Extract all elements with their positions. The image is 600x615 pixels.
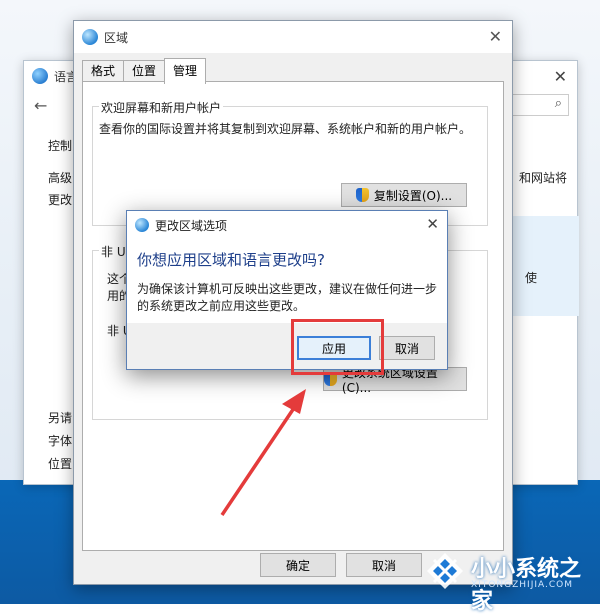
tab-administrative[interactable]: 管理 (164, 58, 207, 84)
welcome-group: 欢迎屏幕和新用户帐户 查看你的国际设置并将其复制到欢迎屏幕、系统帐户和新的用户帐… (92, 99, 488, 226)
tab-location[interactable]: 位置 (123, 60, 166, 82)
modal-cancel-button[interactable]: 取消 (379, 336, 435, 360)
partial-text: 使 (524, 271, 537, 285)
modal-heading: 你想应用区域和语言更改吗? (137, 251, 325, 269)
close-icon[interactable]: ✕ (489, 27, 502, 46)
sidebar-item: 另请 (48, 411, 73, 425)
watermark-logo-icon (427, 553, 463, 589)
globe-icon (82, 29, 98, 45)
back-arrow-icon[interactable]: ← (34, 96, 47, 115)
change-region-options-dialog: 更改区域选项 ✕ 你想应用区域和语言更改吗? 为确保该计算机可反映出这些更改，建… (126, 210, 448, 370)
region-title: 区域 (104, 30, 129, 45)
copy-settings-label: 复制设置(O)... (373, 188, 453, 203)
ok-button[interactable]: 确定 (260, 553, 336, 577)
close-icon[interactable]: ✕ (426, 215, 439, 233)
sidebar-item[interactable]: 控制 (48, 137, 72, 154)
selected-row-highlight (506, 216, 579, 316)
close-icon[interactable]: ✕ (554, 67, 567, 86)
tab-format[interactable]: 格式 (82, 60, 125, 82)
region-titlebar: 区域 (74, 21, 512, 53)
globe-icon (135, 218, 149, 232)
sidebar-item[interactable]: 更改 (48, 191, 72, 208)
sidebar-item[interactable]: 高级 (48, 169, 72, 186)
modal-titlebar: 更改区域选项 (127, 211, 447, 239)
globe-icon (32, 68, 48, 84)
watermark: 小小系统之家 XITONGZHIJIA.COM (425, 547, 595, 614)
modal-title: 更改区域选项 (155, 218, 228, 233)
annotation-highlight-box (291, 319, 384, 375)
tab-bar: 格式 位置 管理 (82, 58, 207, 84)
cancel-button[interactable]: 取消 (346, 553, 422, 577)
partial-text: 和网站将 (518, 171, 567, 185)
watermark-subtext: XITONGZHIJIA.COM (471, 580, 573, 590)
shield-icon (355, 188, 369, 202)
welcome-group-title: 欢迎屏幕和新用户帐户 (99, 99, 224, 116)
modal-body: 为确保该计算机可反映出这些更改，建议在做任何进一步的系统更改之前应用这些更改。 (137, 282, 438, 313)
copy-settings-button[interactable]: 复制设置(O)... (341, 183, 467, 207)
sidebar-item[interactable]: 字体 (48, 432, 72, 449)
search-icon: ⌕ (554, 96, 562, 111)
sidebar-item[interactable]: 位置 (48, 455, 72, 472)
welcome-group-description: 查看你的国际设置并将其复制到欢迎屏幕、系统帐户和新的用户帐户。 (99, 122, 472, 136)
